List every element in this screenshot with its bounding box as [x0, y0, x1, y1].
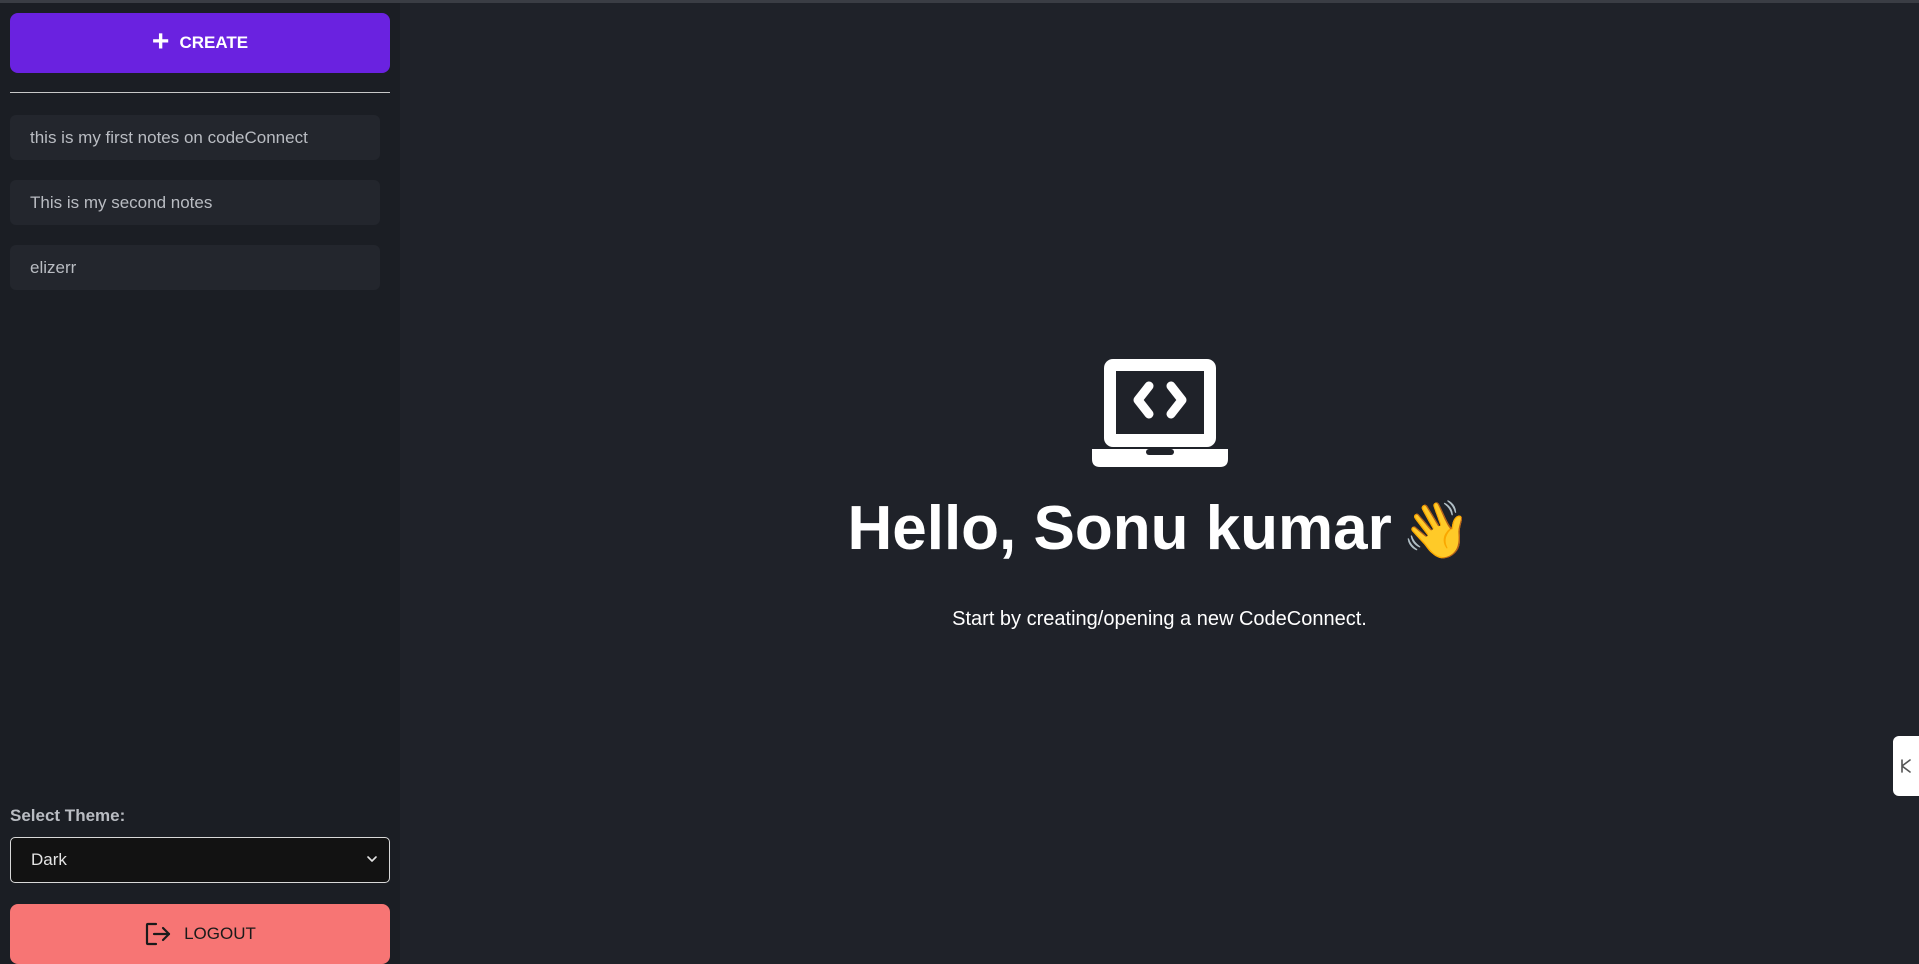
theme-label: Select Theme:	[10, 806, 126, 825]
note-item[interactable]: This is my second notes	[10, 180, 380, 225]
chevron-down-icon	[367, 856, 377, 862]
greeting-heading: Hello, Sonu kumar 👋	[400, 493, 1919, 564]
note-title: This is my second notes	[30, 192, 213, 212]
note-title: this is my first notes on codeConnect	[30, 127, 308, 147]
laptop-code-icon	[1092, 359, 1228, 467]
side-panel-toggle[interactable]	[1893, 736, 1919, 796]
theme-select-value: Dark	[31, 850, 67, 869]
logout-button-label: LOGOUT	[184, 924, 256, 943]
theme-select[interactable]: Dark	[10, 837, 390, 883]
note-item[interactable]: this is my first notes on codeConnect	[10, 115, 380, 160]
note-title: elizerr	[30, 257, 77, 277]
logout-button[interactable]: LOGOUT	[10, 904, 390, 964]
waving-hand-icon: 👋	[1401, 498, 1472, 561]
collapse-icon	[1901, 759, 1911, 773]
sidebar: + CREATE this is my first notes on codeC…	[0, 3, 400, 964]
note-item[interactable]: elizerr	[10, 245, 380, 290]
sidebar-divider	[10, 92, 390, 93]
greeting-text: Hello, Sonu kumar	[847, 494, 1392, 563]
create-button-label: CREATE	[179, 33, 249, 52]
logout-icon	[145, 922, 171, 946]
plus-icon: +	[151, 24, 170, 58]
notes-list: this is my first notes on codeConnect Th…	[10, 115, 380, 310]
welcome-subtitle: Start by creating/opening a new CodeConn…	[952, 608, 1367, 630]
welcome-panel: Hello, Sonu kumar 👋 Start by creating/ope…	[400, 3, 1919, 964]
create-button[interactable]: + CREATE	[10, 13, 390, 73]
